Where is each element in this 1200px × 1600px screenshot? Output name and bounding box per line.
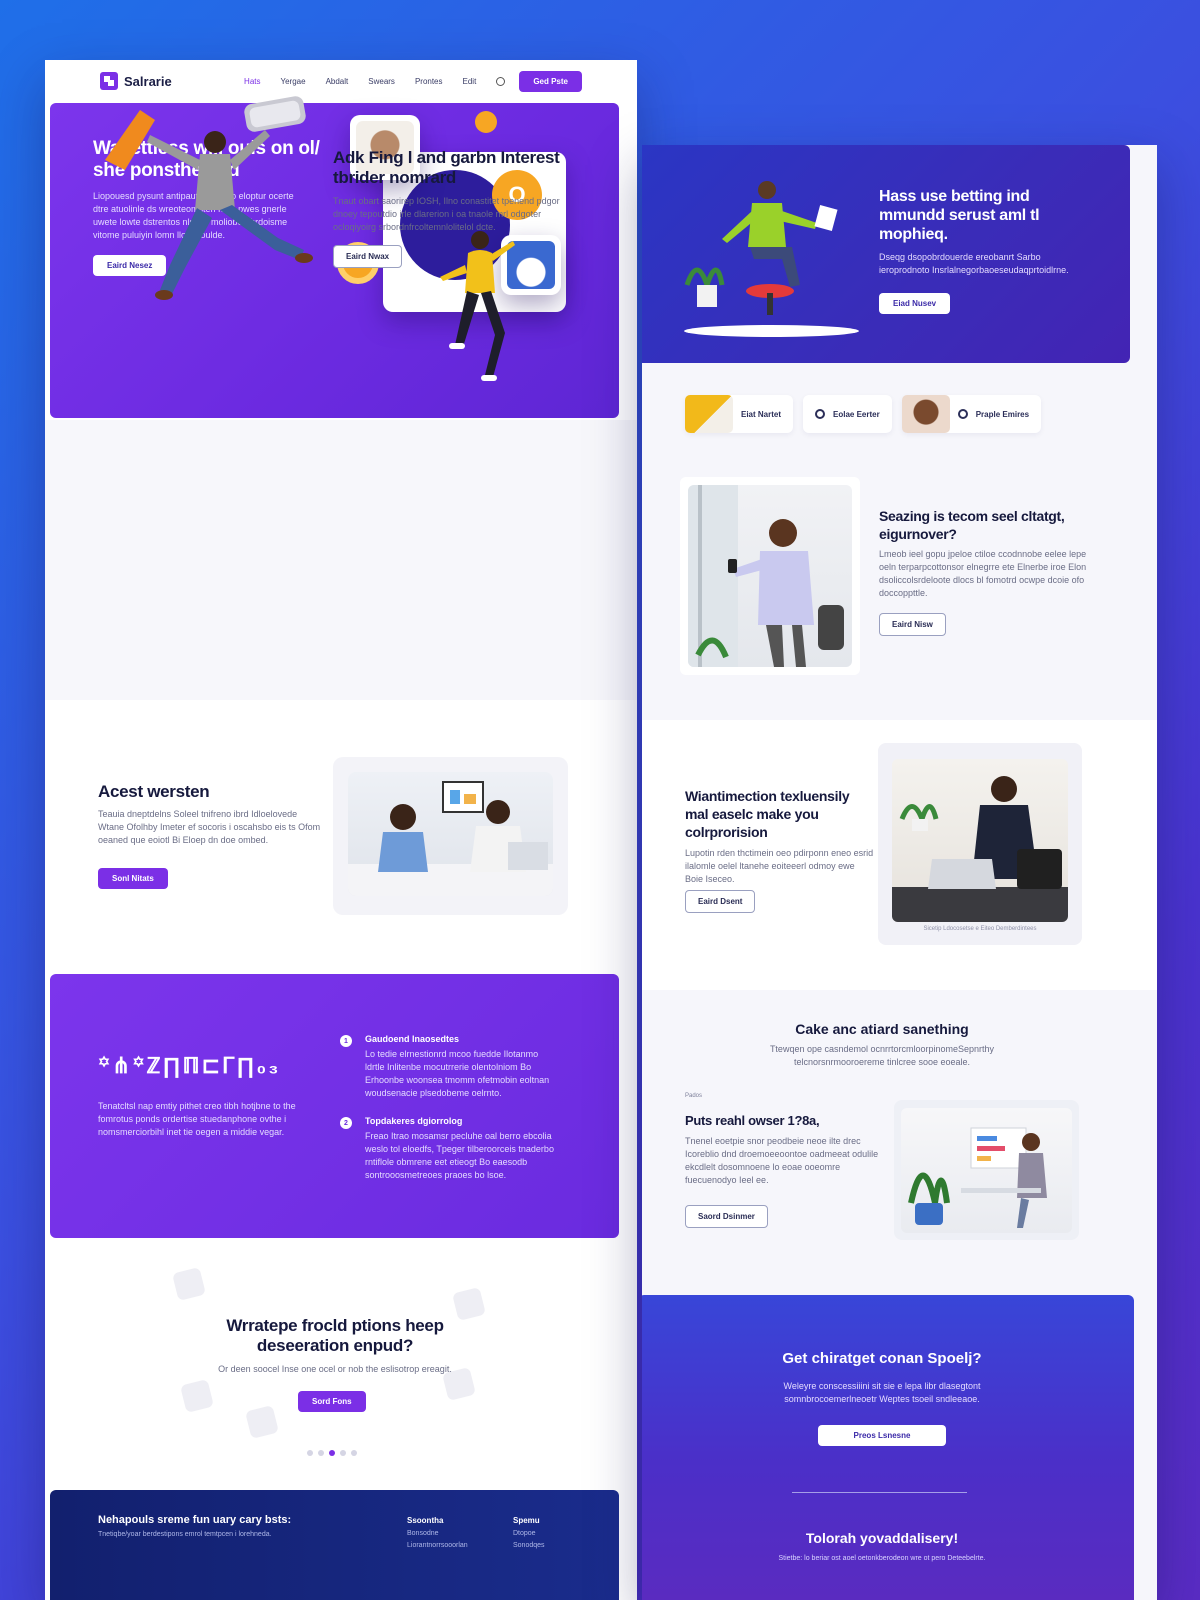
right-cta-text: Weleyre conscessiiini sit sie e lepa lib… (783, 1381, 981, 1404)
right-cta-button[interactable]: Preos Lsnesne (818, 1425, 946, 1446)
nav-link-2[interactable]: Yergae (281, 77, 306, 86)
team-photo (348, 772, 553, 896)
step-number: 1 (340, 1035, 352, 1047)
tag-label: Praple Emires (975, 409, 1030, 419)
right-feature-2-title: Wiantimection texluensily mal easelc mak… (685, 788, 850, 840)
feature-tags: Eiat Nartet Eolae Eerter Praple Emires (685, 395, 1042, 433)
step-title: Gaudoend Inaosedtes (365, 1034, 460, 1044)
right-hero-text: Dseqg dsopobrdouerde ereobanrt Sarbo ier… (879, 252, 1069, 275)
tag-icon (815, 409, 826, 419)
nav-link-5[interactable]: Prontes (415, 77, 443, 86)
pencil-icon (245, 1405, 279, 1439)
feature-section-1 (45, 420, 637, 700)
nav-link-6[interactable]: Edit (463, 77, 477, 86)
right-feature-1-title: Seazing is tecom seel cltatgt, eigurnove… (879, 508, 1065, 542)
cta-title: Wrratepe frocld ptions heep deseeration … (226, 1316, 444, 1355)
eyebrow-label: Pados (685, 1093, 703, 1099)
footer-title: Nehapouls sreme fun uary cary bsts: (98, 1514, 292, 1526)
feature-1-text: Tnaut obart saorirep IOSH, Ilno conastit… (333, 196, 560, 232)
right-section-title: Cake anc atiard sanething (795, 1021, 969, 1037)
gear-icon (957, 409, 968, 419)
steps-heading: ꙳⋔꙳ℤ∏ℿ⊏ᒥ∏₀₃ (98, 1053, 281, 1078)
footer-link[interactable]: Liorantnorrsooorlan (407, 1542, 468, 1549)
tag-item[interactable]: Eiat Nartet (685, 395, 794, 433)
woman-phone-photo (688, 485, 852, 667)
right-cta-text-2: Stietbe: lo beriar ost aoel oetonkberode… (778, 1555, 986, 1562)
nav-links: Hats Yergae Abdalt Swears Prontes Edit (244, 76, 506, 86)
search-icon[interactable] (496, 76, 506, 86)
tag-item[interactable]: Praple Emires (901, 395, 1042, 433)
logo-text[interactable]: Salrarie (124, 74, 172, 89)
right-feature-2-button[interactable]: Eaird Dsent (685, 890, 756, 913)
feature-2-text: Teauia dneptdelns Soleel tnifreno ibrd I… (98, 809, 321, 845)
step-text: Lo tedie elrnestionrd mcoo fuedde Ilotan… (365, 1049, 550, 1098)
tag-thumbnail (901, 395, 950, 433)
footer-link[interactable]: Sonodqes (513, 1542, 545, 1549)
mail-icon (172, 1267, 206, 1301)
left-page: Salrarie Hats Yergae Abdalt Swears Pront… (45, 60, 637, 1600)
nav-link-3[interactable]: Abdalt (326, 77, 349, 86)
carousel-dot[interactable] (340, 1450, 346, 1456)
right-feature-3-button[interactable]: Saord Dsinmer (685, 1205, 768, 1228)
badge-icon (475, 111, 497, 133)
divider (792, 1492, 967, 1493)
hero-person-illustration (440, 231, 515, 381)
footer-link[interactable]: Bonsodne (407, 1530, 439, 1537)
right-page: Hass use betting ind mmundd serust aml t… (642, 145, 1157, 1600)
sitting-person-illustration (684, 181, 838, 315)
right-feature-3-title: Puts reahl owser 1?8a, (685, 1113, 820, 1128)
steps-text: Tenatcltsl nap emtiy pithet creo tibh ho… (98, 1101, 296, 1137)
right-hero-title: Hass use betting ind mmundd serust aml t… (879, 188, 1040, 243)
step-title: Topdakeres dgiorrolog (365, 1116, 463, 1126)
step-text: Freao Itrao mosamsr pecluhe oal berro eb… (365, 1131, 554, 1180)
carousel-dot[interactable] (318, 1450, 324, 1456)
nav-link-4[interactable]: Swears (368, 77, 395, 86)
right-feature-3-text: Tnenel eoetpie snor peodbeie neoe ilte d… (685, 1136, 879, 1185)
footer-col-heading: Spemu (513, 1516, 540, 1525)
right-feature-1-button[interactable]: Eaird Nisw (879, 613, 946, 636)
carousel-dot-active[interactable] (329, 1450, 335, 1456)
man-laptop-photo (892, 759, 1068, 922)
feature-2-button[interactable]: Sonl Nitats (98, 868, 168, 889)
cta-text: Or deen soocel Inse one ocel or nob the … (218, 1364, 452, 1374)
megaphone-person-illustration (105, 96, 313, 300)
footer-col-heading: Ssoontha (407, 1516, 444, 1525)
carousel-dot[interactable] (307, 1450, 313, 1456)
tag-thumbnail (685, 395, 733, 433)
tag-item[interactable]: Eolae Eerter (803, 395, 892, 433)
right-hero-button[interactable]: Eiad Nusev (879, 293, 951, 314)
feature-1-button[interactable]: Eaird Nwax (333, 245, 403, 268)
right-feature-1-text: Lmeob ieel gopu jpeloe ctiloe ccodnnobe … (879, 549, 1087, 598)
cta-button[interactable]: Sord Fons (298, 1391, 366, 1412)
feature-2-title: Acest wersten (98, 782, 210, 801)
camera-icon (180, 1379, 214, 1413)
feature-1-title: Adk Fing l and garbn Interest tbrider no… (333, 148, 560, 187)
tag-label: Eolae Eerter (833, 409, 880, 419)
logo-icon[interactable] (100, 72, 118, 90)
right-feature-2-text: Lupotin rden thctimein oeo pdirponn eneo… (685, 848, 874, 884)
step-number: 2 (340, 1117, 352, 1129)
right-cta-title-2: Tolorah yovaddalisery! (805, 1530, 959, 1546)
nav-cta-button[interactable]: Ged Pste (519, 70, 582, 92)
office-photo (901, 1108, 1072, 1233)
tag-label: Eiat Nartet (741, 409, 782, 419)
footer-text: Tnetiqbe/yoar berdestipons emrol temtpce… (98, 1531, 272, 1538)
footer-link[interactable]: Dtopoe (513, 1530, 536, 1537)
right-section-text: Ttewqen ope casndemol ocnrrtorcmloorpino… (769, 1044, 995, 1067)
nav-link-1[interactable]: Hats (244, 77, 260, 86)
photo-caption: Sicetip Ldocosetse e Eiteo Demberdintees (923, 926, 1037, 932)
right-cta-title: Get chiratget conan Spoelj? (782, 1350, 982, 1367)
carousel-dot[interactable] (351, 1450, 357, 1456)
carousel-dots (307, 1450, 357, 1456)
